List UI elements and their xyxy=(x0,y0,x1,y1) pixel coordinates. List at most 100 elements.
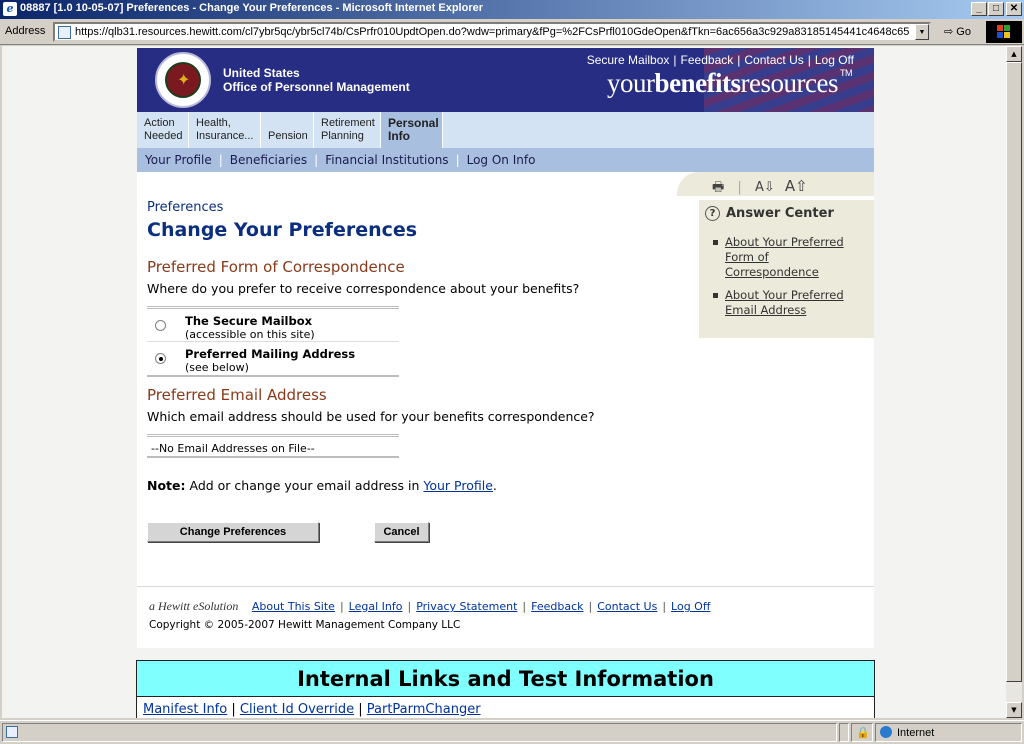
help-link-email[interactable]: About Your Preferred Email Address xyxy=(725,288,844,317)
footer-logoff-link[interactable]: Log Off xyxy=(671,600,710,613)
list-item: About Your Preferred Form of Corresponde… xyxy=(712,235,862,280)
tab-label: Info xyxy=(388,129,410,143)
footer-privacy-link[interactable]: Privacy Statement xyxy=(416,600,517,613)
separator: | xyxy=(455,153,460,167)
your-profile-link[interactable]: Your Profile xyxy=(423,478,493,493)
internal-heading: Internal Links and Test Information xyxy=(137,661,874,697)
manifest-info-link[interactable]: Manifest Info xyxy=(143,702,227,717)
tab-action-needed[interactable]: Action Needed xyxy=(137,112,189,148)
sidebar-notch xyxy=(677,172,699,196)
address-bar: Address https://qlb31.resources.hewitt.c… xyxy=(0,19,1024,45)
hewitt-logo: a Hewitt eSolution xyxy=(149,599,239,613)
seal-emblem: ✦ xyxy=(165,62,201,98)
question-email: Which email address should be used for y… xyxy=(147,409,595,424)
tab-label: Action xyxy=(144,117,175,129)
footer-links: a Hewitt eSolution About This Site | Legal… xyxy=(149,599,710,614)
subnav-beneficiaries[interactable]: Beneficiaries xyxy=(230,153,307,167)
tab-label: Health, xyxy=(196,117,231,129)
tab-label: Pension xyxy=(268,130,308,142)
address-input[interactable]: https://qlb31.resources.hewitt.com/cl7yb… xyxy=(53,22,931,42)
increase-font-icon[interactable]: A⇧ xyxy=(785,177,808,195)
windows-logo-icon xyxy=(986,21,1022,43)
help-icon: ? xyxy=(705,206,720,221)
page-icon xyxy=(58,26,71,39)
subnav-financial-institutions[interactable]: Financial Institutions xyxy=(325,153,448,167)
status-cell xyxy=(839,723,849,742)
security-zone: Internet xyxy=(875,723,1022,742)
email-list: --No Email Addresses on File-- xyxy=(147,434,399,458)
go-button[interactable]: ⇨ Go xyxy=(940,23,984,41)
browser-viewport: ✦ United States Office of Personnel Mana… xyxy=(2,46,1006,718)
tab-pension[interactable]: Pension xyxy=(261,112,314,148)
close-button[interactable]: ✕ xyxy=(1006,2,1022,16)
tab-label: Insurance... xyxy=(196,130,254,142)
copyright: Copyright © 2005-2007 Hewitt Management … xyxy=(149,619,461,631)
change-preferences-button[interactable]: Change Preferences xyxy=(147,522,319,542)
correspondence-options: The Secure Mailbox (accessible on this s… xyxy=(147,306,399,377)
subnav-log-on-info[interactable]: Log On Info xyxy=(467,153,536,167)
note: Note: Add or change your email address i… xyxy=(147,478,497,493)
client-id-override-link[interactable]: Client Id Override xyxy=(240,702,354,717)
sub-nav: Your Profile | Beneficiaries | Financial Ins… xyxy=(137,148,874,172)
status-message xyxy=(2,723,837,742)
help-link-correspondence[interactable]: About Your Preferred Form of Corresponde… xyxy=(725,235,844,279)
separator: | xyxy=(662,600,667,613)
ie-icon: e xyxy=(3,2,17,16)
status-bar: 🔒 Internet xyxy=(0,720,1024,744)
secure-mailbox-link[interactable]: Secure Mailbox xyxy=(587,53,670,67)
answer-center-links: About Your Preferred Form of Corresponde… xyxy=(712,235,862,326)
decrease-font-icon[interactable]: A⇩ xyxy=(755,180,775,195)
section-heading-email: Preferred Email Address xyxy=(147,386,327,404)
option-secure-mailbox[interactable]: The Secure Mailbox (accessible on this s… xyxy=(147,309,399,342)
maximize-button[interactable]: □ xyxy=(988,2,1004,16)
separator: | xyxy=(588,600,593,613)
tab-retirement-planning[interactable]: Retirement Planning xyxy=(314,112,381,148)
org-name-line1: United States xyxy=(223,66,300,80)
separator: | xyxy=(407,600,412,613)
log-off-link[interactable]: Log Off xyxy=(815,53,854,67)
tab-label: Retirement xyxy=(321,117,375,129)
option-mailing-address[interactable]: Preferred Mailing Address (see below) xyxy=(147,342,399,375)
footer-about-link[interactable]: About This Site xyxy=(252,600,335,613)
tab-label: Planning xyxy=(321,130,364,142)
print-icon[interactable]: 🖶 xyxy=(712,180,724,195)
cancel-button[interactable]: Cancel xyxy=(374,522,429,542)
opm-seal-logo: ✦ xyxy=(155,52,211,108)
partparmchanger-link[interactable]: PartParmChanger xyxy=(367,702,481,717)
no-email-text: --No Email Addresses on File-- xyxy=(151,442,315,455)
scroll-down-icon[interactable]: ▼ xyxy=(1006,702,1022,718)
contact-us-link[interactable]: Contact Us xyxy=(744,53,803,67)
footer-contact-link[interactable]: Contact Us xyxy=(597,600,657,613)
page-status-icon xyxy=(6,726,18,738)
subnav-your-profile[interactable]: Your Profile xyxy=(145,153,212,167)
brand-your: your xyxy=(607,68,655,98)
brand-resources: resources xyxy=(740,68,839,98)
note-label: Note: xyxy=(147,478,186,493)
section-heading-correspondence: Preferred Form of Correspondence xyxy=(147,258,405,276)
vertical-scrollbar[interactable]: ▲ ▼ xyxy=(1006,46,1022,718)
go-label: Go xyxy=(956,26,971,38)
feedback-link[interactable]: Feedback xyxy=(681,53,734,67)
scroll-thumb[interactable] xyxy=(1006,62,1022,682)
tab-health-insurance[interactable]: Health, Insurance... xyxy=(189,112,261,148)
option-title: The Secure Mailbox xyxy=(185,314,313,328)
radio-secure-mailbox[interactable] xyxy=(155,320,166,331)
site-header: ✦ United States Office of Personnel Mana… xyxy=(137,48,874,112)
address-dropdown-icon[interactable]: ▼ xyxy=(915,24,929,40)
main-nav-tabs: Action Needed Health, Insurance... Pension… xyxy=(137,112,874,148)
footer-legal-link[interactable]: Legal Info xyxy=(349,600,403,613)
footer-divider xyxy=(137,586,874,587)
radio-mailing-address[interactable] xyxy=(155,353,166,364)
status-cell: 🔒 xyxy=(851,723,873,742)
footer-feedback-link[interactable]: Feedback xyxy=(531,600,583,613)
page-container: ✦ United States Office of Personnel Mana… xyxy=(137,48,874,648)
internal-links: Manifest Info | Client Id Override | Par… xyxy=(143,702,481,717)
minimize-button[interactable]: _ xyxy=(971,2,987,16)
separator: | xyxy=(218,153,223,167)
scroll-up-icon[interactable]: ▲ xyxy=(1006,46,1022,62)
tab-personal-info[interactable]: Personal Info xyxy=(381,112,443,148)
separator: | xyxy=(737,180,742,195)
window-title-bar: e 08887 [1.0 10-05-07] Preferences - Cha… xyxy=(0,0,1024,19)
internal-links-box: Internal Links and Test Information Mani… xyxy=(136,660,875,718)
tab-label: Personal xyxy=(388,116,439,130)
